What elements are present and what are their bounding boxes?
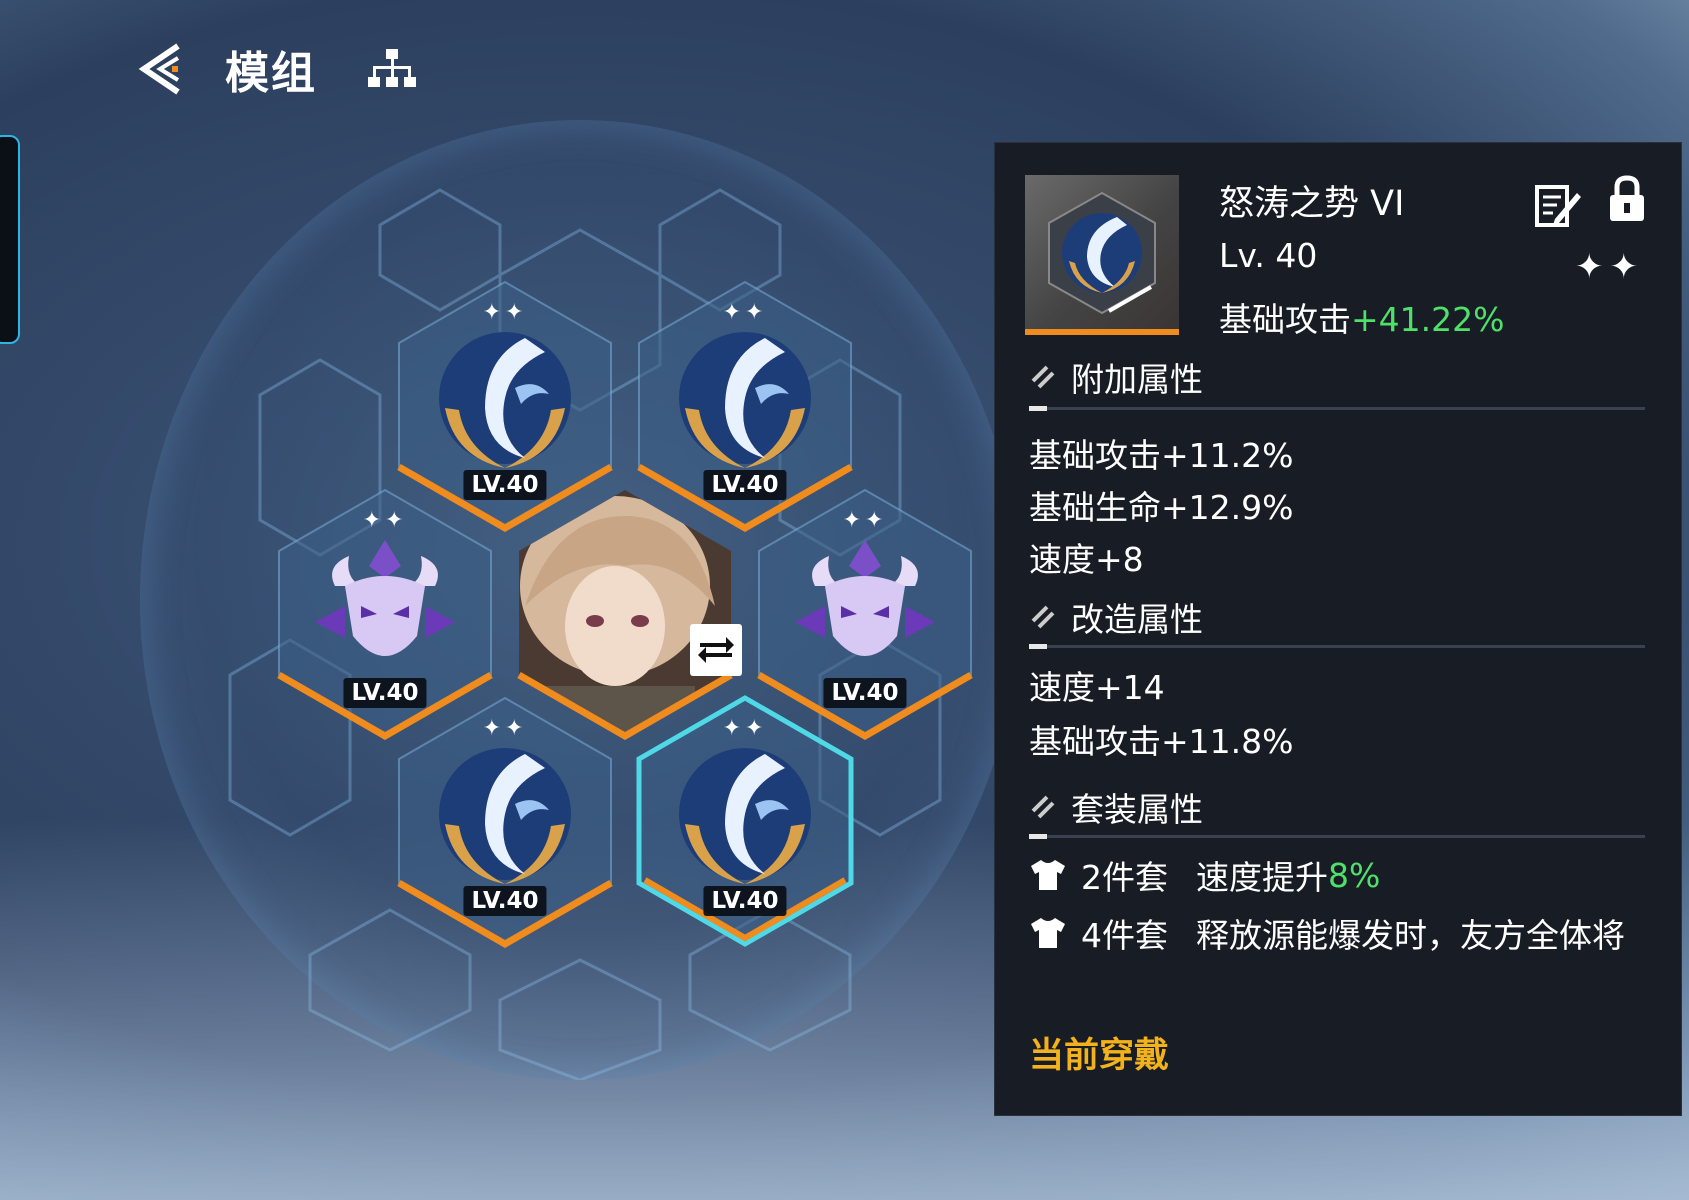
- module-slot-bottom-right-selected[interactable]: ✦✦ LV.40: [635, 694, 855, 948]
- module-thumbnail: [1025, 175, 1179, 335]
- set-bonus-row: 4件套 释放源能爆发时，友方全体将: [1029, 909, 1625, 957]
- main-stat-value: +41.22%: [1351, 300, 1505, 339]
- level-label: LV.40: [463, 886, 547, 916]
- dragon-crest-icon: [315, 540, 455, 656]
- side-tab-edge[interactable]: [0, 135, 20, 344]
- module-slot-bottom-left[interactable]: ✦✦ LV.40: [395, 694, 615, 948]
- hierarchy-icon: [368, 49, 416, 87]
- bonus-stat: 速度+8: [1029, 540, 1144, 579]
- divider: [1029, 644, 1645, 649]
- storm-wave-emblem-icon: [679, 748, 811, 884]
- module-detail-panel: 怒涛之势 VI Lv. 40 基础攻击+41.22% ✦✦ 附加属性 基础攻击+…: [994, 142, 1682, 1116]
- lock-icon: [1610, 175, 1644, 221]
- set-attributes-title: 套装属性: [1071, 790, 1203, 829]
- module-level: Lv. 40: [1219, 236, 1318, 275]
- set-effect-value: 8%: [1328, 855, 1381, 895]
- shirt-icon: [1031, 860, 1065, 890]
- main-stat-label: 基础攻击: [1219, 300, 1351, 339]
- back-button[interactable]: [135, 37, 195, 101]
- double-slash-icon: [1031, 605, 1055, 629]
- back-arrow-icon: [138, 43, 180, 95]
- divider: [1029, 406, 1645, 411]
- reform-attributes-header: 改造属性: [1029, 593, 1203, 641]
- bonus-attributes-title: 附加属性: [1071, 360, 1203, 399]
- level-label: LV.40: [703, 886, 787, 916]
- hierarchy-button[interactable]: [362, 39, 422, 99]
- divider: [1029, 834, 1645, 839]
- bonus-attributes-header: 附加属性: [1029, 353, 1203, 401]
- currently-equipped-label: 当前穿戴: [1029, 1036, 1170, 1076]
- reform-stat: 基础攻击+11.8%: [1029, 722, 1294, 761]
- dragon-crest-icon: [795, 540, 935, 656]
- double-slash-icon: [1031, 365, 1055, 389]
- main-stat: 基础攻击+41.22%: [1219, 293, 1504, 341]
- set-count: 4件套: [1081, 916, 1168, 955]
- storm-wave-emblem-icon: [679, 332, 811, 468]
- set-count: 2件套: [1081, 858, 1168, 897]
- set-bonus-row: 2件套 速度提升 8%: [1029, 851, 1380, 899]
- module-name: 怒涛之势 VI: [1219, 184, 1405, 224]
- edit-button[interactable]: [1533, 179, 1583, 229]
- star-rating: ✦✦: [1575, 247, 1644, 287]
- swap-button[interactable]: [690, 624, 742, 676]
- swap-arrows-icon: [698, 637, 734, 663]
- set-effect-text: 释放源能爆发时，友方全体将: [1196, 916, 1625, 955]
- lock-button[interactable]: [1607, 175, 1651, 225]
- storm-wave-emblem-icon: [439, 748, 571, 884]
- double-slash-icon: [1031, 795, 1055, 819]
- storm-wave-emblem-icon: [1048, 191, 1156, 315]
- shirt-icon: [1031, 918, 1065, 948]
- reform-stat: 速度+14: [1029, 668, 1165, 707]
- page-title: 模组: [225, 48, 317, 99]
- set-attributes-header: 套装属性: [1029, 783, 1203, 831]
- edit-note-icon: [1535, 185, 1581, 227]
- set-effect-text: 速度提升: [1196, 858, 1328, 897]
- storm-wave-emblem-icon: [439, 332, 571, 468]
- bonus-stat: 基础攻击+11.2%: [1029, 436, 1294, 475]
- top-bar: 模组: [135, 34, 422, 104]
- bonus-stat: 基础生命+12.9%: [1029, 488, 1294, 527]
- reform-attributes-title: 改造属性: [1071, 600, 1203, 639]
